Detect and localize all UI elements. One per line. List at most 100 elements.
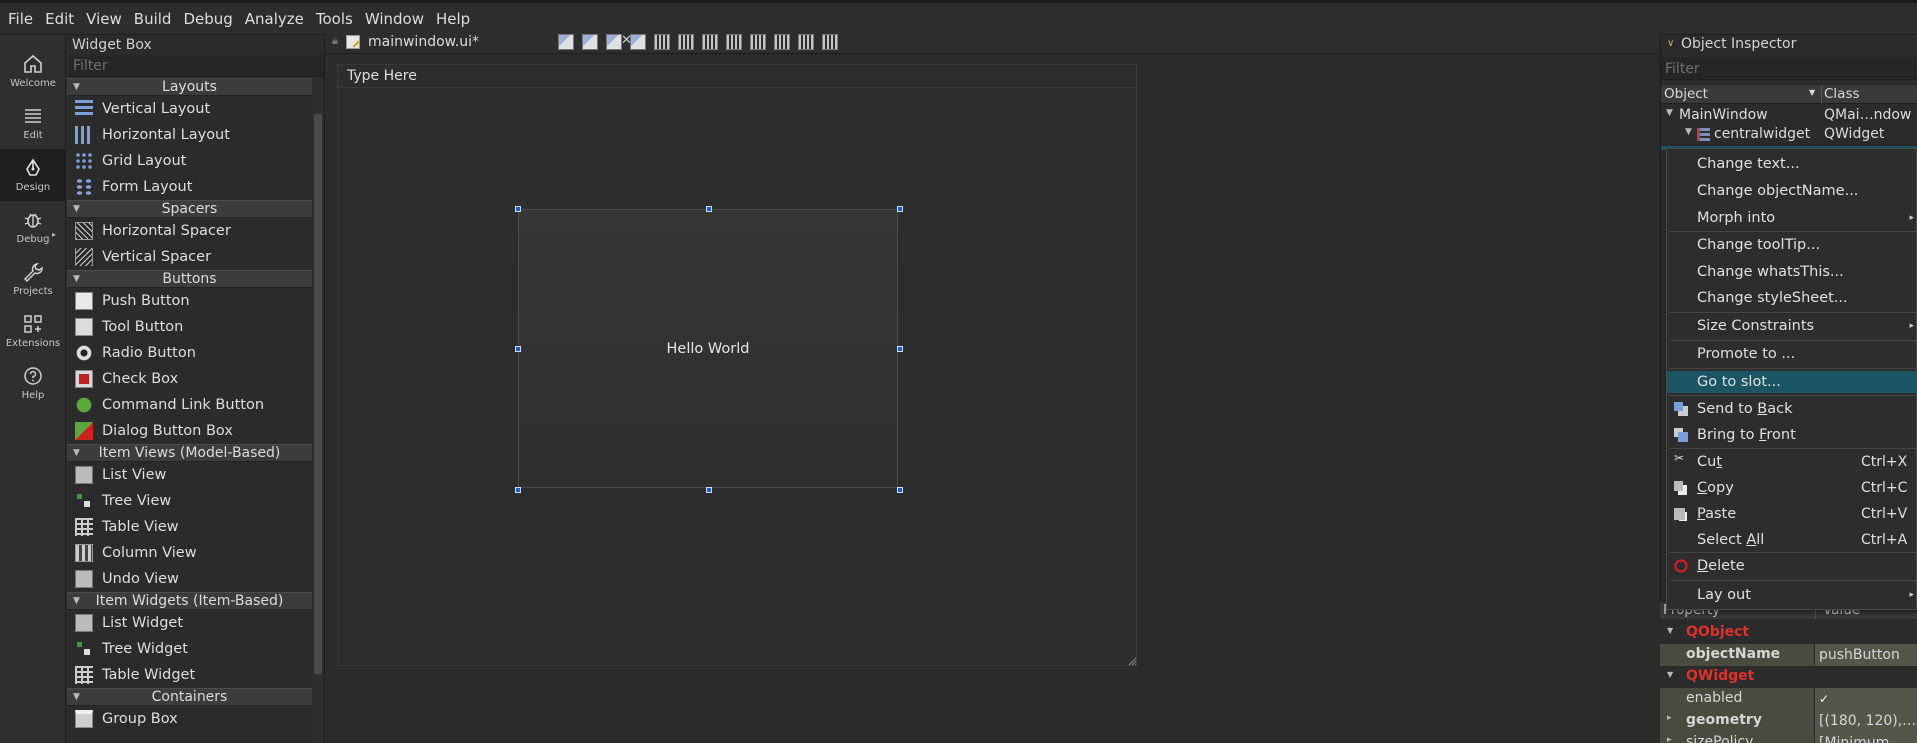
mode-extensions[interactable]: Extensions: [0, 305, 66, 357]
column-class[interactable]: Class: [1824, 86, 1860, 102]
context-menu-item[interactable]: Promote to ...: [1667, 343, 1917, 365]
widget-item[interactable]: Vertical Spacer: [67, 244, 312, 270]
layout-tool-icon[interactable]: [558, 34, 574, 50]
widget-item[interactable]: List Widget: [67, 610, 312, 636]
widget-box-scrollbar[interactable]: [312, 78, 324, 743]
widget-item[interactable]: Form Layout: [67, 174, 312, 200]
widget-box-filter[interactable]: Filter: [69, 55, 324, 77]
widget-item[interactable]: Group Box: [67, 706, 312, 732]
property-value[interactable]: pushButton: [1814, 644, 1917, 666]
widget-item[interactable]: Tool Button: [67, 314, 312, 340]
resize-grip-icon[interactable]: [1127, 656, 1137, 666]
menu-window[interactable]: Window: [359, 4, 430, 34]
widget-item[interactable]: Push Button: [67, 288, 312, 314]
selection-handle[interactable]: [897, 487, 903, 493]
menu-file[interactable]: File: [2, 4, 39, 34]
widget-item[interactable]: List View: [67, 462, 312, 488]
property-group[interactable]: ▼ QObject: [1660, 622, 1917, 644]
layout-tool-icon[interactable]: [606, 34, 622, 50]
menu-analyze[interactable]: Analyze: [239, 4, 310, 34]
widget-category[interactable]: ▼ Layouts: [67, 78, 312, 96]
tree-row-centralwidget[interactable]: ▼ centralwidget QWidget: [1661, 125, 1917, 144]
menu-view[interactable]: View: [80, 4, 128, 34]
mode-welcome[interactable]: Welcome: [0, 45, 66, 97]
context-menu-item[interactable]: ✂ Cut Ctrl+X: [1667, 451, 1917, 473]
menu-build[interactable]: Build: [128, 4, 178, 34]
layout-tool-icon[interactable]: [822, 34, 838, 50]
selection-handle[interactable]: [706, 487, 712, 493]
layout-tool-icon[interactable]: [798, 34, 814, 50]
layout-tool-icon[interactable]: [774, 34, 790, 50]
widget-category[interactable]: ▼ Containers: [67, 688, 312, 706]
context-menu-item[interactable]: Copy Ctrl+C: [1667, 477, 1917, 499]
enabled-checkbox[interactable]: ✓: [1814, 688, 1917, 710]
scrollbar-thumb[interactable]: [314, 114, 322, 674]
selection-handle[interactable]: [515, 346, 521, 352]
context-menu-item[interactable]: Bring to Front: [1667, 424, 1917, 446]
menu-help[interactable]: Help: [430, 4, 476, 34]
property-value[interactable]: [Minimum,…: [1814, 732, 1917, 743]
widget-category[interactable]: ▼ Item Widgets (Item-Based): [67, 592, 312, 610]
property-row[interactable]: ▸ sizePolicy [Minimum,…: [1660, 732, 1917, 743]
context-menu-item[interactable]: Paste Ctrl+V: [1667, 503, 1917, 525]
widget-item[interactable]: Tree Widget: [67, 636, 312, 662]
context-menu-item[interactable]: Change styleSheet...: [1667, 287, 1917, 309]
mode-projects[interactable]: Projects: [0, 253, 66, 305]
context-menu-item[interactable]: Change objectName...: [1667, 180, 1917, 202]
layout-tool-icon[interactable]: [582, 34, 598, 50]
context-menu-item[interactable]: Size Constraints ▸: [1667, 315, 1917, 337]
widget-item[interactable]: Vertical Layout: [67, 96, 312, 122]
selection-handle[interactable]: [706, 206, 712, 212]
menu-edit[interactable]: Edit: [39, 4, 80, 34]
context-menu-item[interactable]: Change whatsThis...: [1667, 261, 1917, 283]
widget-item[interactable]: Command Link Button: [67, 392, 312, 418]
layout-tool-icon[interactable]: [678, 34, 694, 50]
column-object[interactable]: Object: [1664, 86, 1708, 102]
widget-item[interactable]: Dialog Button Box: [67, 418, 312, 444]
menu-tools[interactable]: Tools: [310, 4, 359, 34]
selection-handle[interactable]: [515, 206, 521, 212]
widget-item[interactable]: Horizontal Spacer: [67, 218, 312, 244]
context-menu-item[interactable]: Morph into ▸: [1667, 207, 1917, 229]
tree-row-mainwindow[interactable]: ▼ MainWindow QMai…ndow: [1661, 106, 1917, 125]
context-menu-item[interactable]: Send to Back: [1667, 398, 1917, 420]
widget-item[interactable]: Radio Button: [67, 340, 312, 366]
mode-edit[interactable]: Edit: [0, 97, 66, 149]
menu-debug[interactable]: Debug: [177, 4, 238, 34]
layout-tool-icon[interactable]: [654, 34, 670, 50]
widget-item[interactable]: Undo View: [67, 566, 312, 592]
widget-item[interactable]: Table Widget: [67, 662, 312, 688]
form-menu-bar[interactable]: Type Here: [338, 65, 1136, 88]
selection-handle[interactable]: [897, 346, 903, 352]
context-menu-item[interactable]: Change toolTip...: [1667, 234, 1917, 256]
layout-tool-icon[interactable]: [726, 34, 742, 50]
layout-tool-icon[interactable]: [702, 34, 718, 50]
widget-category[interactable]: ▼ Spacers: [67, 200, 312, 218]
selection-handle[interactable]: [515, 487, 521, 493]
context-menu-item[interactable]: Select All Ctrl+A: [1667, 529, 1917, 551]
widget-item[interactable]: Tree View: [67, 488, 312, 514]
mode-help[interactable]: Help: [0, 357, 66, 409]
layout-tool-icon[interactable]: [630, 34, 646, 50]
context-menu-item[interactable]: Delete: [1667, 555, 1917, 577]
property-value[interactable]: [(180, 120),…: [1814, 710, 1917, 732]
context-menu-item[interactable]: Lay out ▸: [1667, 584, 1917, 606]
document-selector[interactable]: mainwindow.ui* ▴▾: [346, 32, 619, 52]
layout-tool-icon[interactable]: [750, 34, 766, 50]
mode-debug[interactable]: Debug: [0, 201, 66, 253]
widget-category[interactable]: ▼ Buttons: [67, 270, 312, 288]
widget-item[interactable]: Horizontal Layout: [67, 122, 312, 148]
widget-item[interactable]: Column View: [67, 540, 312, 566]
widget-item[interactable]: Grid Layout: [67, 148, 312, 174]
widget-item[interactable]: Table View: [67, 514, 312, 540]
context-menu-item[interactable]: Go to slot...: [1667, 371, 1917, 393]
selection-handle[interactable]: [897, 206, 903, 212]
property-row[interactable]: enabled ✓: [1660, 688, 1917, 710]
property-group[interactable]: ▼ QWidget: [1660, 666, 1917, 688]
context-menu-item[interactable]: Change text...: [1667, 153, 1917, 175]
property-row[interactable]: ▸ geometry [(180, 120),…: [1660, 710, 1917, 732]
widget-item[interactable]: Check Box: [67, 366, 312, 392]
mode-design[interactable]: Design: [0, 149, 66, 201]
hello-world-button[interactable]: Hello World: [518, 209, 898, 488]
object-inspector-filter[interactable]: Filter: [1661, 58, 1917, 80]
